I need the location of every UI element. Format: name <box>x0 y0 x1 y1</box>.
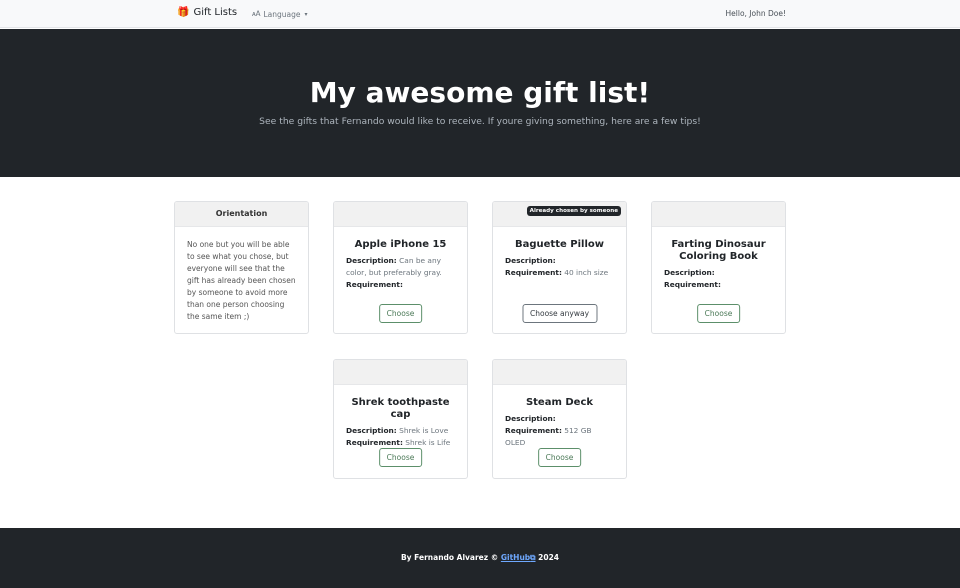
requirement-value: Shrek is Life <box>405 438 451 447</box>
caret-down-icon: ▾ <box>304 10 308 18</box>
card-header <box>334 202 467 227</box>
external-link-icon: ⧉ <box>530 553 536 562</box>
description-label: Description: <box>505 256 556 265</box>
requirement-label: Requirement: <box>505 426 562 435</box>
gift-description: Description: <box>505 255 614 267</box>
choose-button[interactable]: Choose <box>696 304 741 323</box>
navbar: 🎁 Gift Lists 🗚 Language ▾ Hello, John Do… <box>0 0 960 28</box>
choose-button[interactable]: Choose <box>537 448 582 467</box>
footer: By Fernando Alvarez © GitHub⧉ 2024 <box>0 528 960 588</box>
page-subtitle: See the gifts that Fernando would like t… <box>259 116 701 127</box>
gift-requirement: Requirement: 40 inch size <box>505 267 614 279</box>
card-header: Already chosen by someone <box>493 202 626 227</box>
already-chosen-badge: Already chosen by someone <box>526 206 621 216</box>
gift-title: Farting Dinosaur Coloring Book <box>671 239 766 262</box>
gift-card: Apple iPhone 15 Description: Can be any … <box>333 201 468 334</box>
gift-card: Steam Deck Description: Requirement: 512… <box>492 359 627 479</box>
brand-label: Gift Lists <box>193 7 238 18</box>
requirement-value: 40 inch size <box>564 268 609 277</box>
description-label: Description: <box>664 268 715 277</box>
gift-description: Description: Can be any color, but prefe… <box>346 255 455 279</box>
gift-requirement: Requirement: 512 GB OLED <box>505 425 614 449</box>
card-body: Apple iPhone 15 Description: Can be any … <box>334 239 467 291</box>
gift-title: Apple iPhone 15 <box>354 239 447 250</box>
footer-text: By Fernando Alvarez © GitHub⧉ 2024 <box>0 553 960 563</box>
language-label: Language <box>263 9 301 19</box>
user-greeting: Hello, John Doe! <box>725 9 786 18</box>
footer-year: 2024 <box>538 553 560 562</box>
gift-card: Already chosen by someone Baguette Pillo… <box>492 201 627 334</box>
card-body: Shrek toothpaste cap Description: Shrek … <box>334 397 467 449</box>
requirement-label: Requirement: <box>664 280 721 289</box>
language-icon: 🗚 <box>252 9 261 18</box>
card-body: Baguette Pillow Description: Requirement… <box>493 239 626 279</box>
gift-requirement: Requirement: <box>346 279 455 291</box>
github-link-label: GitHub <box>500 553 531 562</box>
gift-description: Description: <box>505 413 614 425</box>
hero-section: My awesome gift list! See the gifts that… <box>0 29 960 177</box>
gift-card: Shrek toothpaste cap Description: Shrek … <box>333 359 468 479</box>
orientation-text: No one but you will be able to see what … <box>187 240 296 321</box>
brand-link[interactable]: 🎁 Gift Lists <box>177 7 237 18</box>
description-label: Description: <box>346 426 397 435</box>
gift-card: Farting Dinosaur Coloring Book Descripti… <box>651 201 786 334</box>
choose-button[interactable]: Choose <box>378 448 423 467</box>
gift-requirement: Requirement: <box>664 279 773 291</box>
requirement-label: Requirement: <box>505 268 562 277</box>
requirement-label: Requirement: <box>346 280 403 289</box>
orientation-header: Orientation <box>215 209 268 218</box>
choose-button[interactable]: Choose <box>378 304 423 323</box>
card-header <box>334 360 467 385</box>
gift-icon: 🎁 <box>177 6 190 18</box>
card-body: Farting Dinosaur Coloring Book Descripti… <box>652 239 785 291</box>
gift-description: Description: <box>664 267 773 279</box>
requirement-label: Requirement: <box>346 438 403 447</box>
description-value: Shrek is Love <box>399 426 449 435</box>
page-title: My awesome gift list! <box>309 76 651 109</box>
footer-prefix: By Fernando Alvarez © <box>400 553 499 562</box>
language-dropdown[interactable]: 🗚 Language ▾ <box>252 9 308 19</box>
description-label: Description: <box>346 256 397 265</box>
choose-anyway-button[interactable]: Choose anyway <box>521 304 598 323</box>
gift-title: Baguette Pillow <box>515 239 604 250</box>
gift-title: Shrek toothpaste cap <box>351 397 450 420</box>
description-label: Description: <box>505 414 556 423</box>
gift-description: Description: Shrek is Love <box>346 425 455 437</box>
gift-title: Steam Deck <box>525 397 594 408</box>
card-header <box>652 202 785 227</box>
orientation-card: Orientation No one but you will be able … <box>174 201 309 334</box>
card-header <box>493 360 626 385</box>
card-body: Steam Deck Description: Requirement: 512… <box>493 397 626 449</box>
github-link[interactable]: GitHub⧉ <box>501 553 536 562</box>
card-header: Orientation <box>175 202 308 227</box>
